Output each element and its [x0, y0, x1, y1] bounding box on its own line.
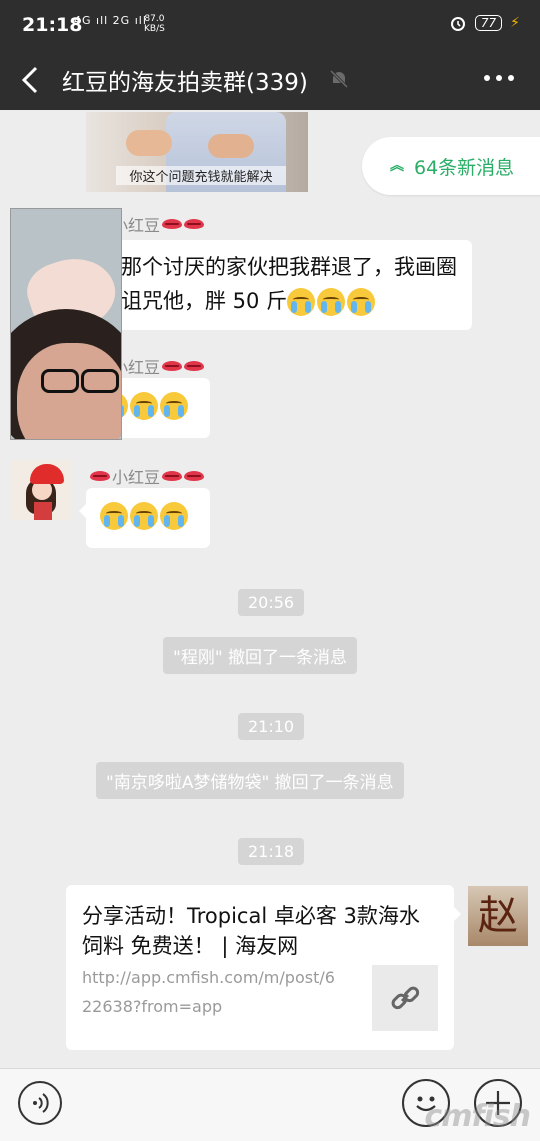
chat-area[interactable]: 你这个问题充钱就能解决 ︽ 64条新消息 小红豆 又那个讨厌的家伙把我群退了，我…: [0, 110, 540, 1068]
link-icon: [372, 965, 438, 1031]
crying-emoji-icon: [130, 502, 158, 530]
link-title: 分享活动！Tropical 卓必客 3款海水饲料 免费送！ | 海友网: [82, 904, 420, 958]
timestamp: 20:56: [238, 589, 305, 616]
new-messages-label: 64条新消息: [414, 156, 515, 179]
video-caption: 你这个问题充钱就能解决: [116, 166, 286, 185]
recall-notice: "南京哆啦A梦储物袋" 撤回了一条消息: [96, 762, 404, 799]
charging-icon: ⚡: [510, 15, 520, 31]
lips-icon: [162, 360, 183, 372]
link-url: http://app.cmfish.com/m/post/622638?from…: [82, 968, 335, 1016]
chat-title: 红豆的海友拍卖群(339): [62, 70, 308, 96]
crying-emoji-icon: [130, 392, 158, 420]
timestamp: 21:10: [238, 713, 305, 740]
alarm-icon: [450, 17, 465, 31]
network-speed: 87.0 KB/S: [144, 14, 165, 34]
timestamp: 21:18: [238, 838, 305, 865]
chat-header: 红豆的海友拍卖群(339): [0, 52, 540, 110]
lips-icon: [90, 470, 110, 482]
crying-emoji-icon: [287, 288, 316, 316]
lips-icon: [162, 470, 183, 482]
more-dots-icon[interactable]: [484, 75, 514, 83]
sender-name: 小红豆: [90, 464, 205, 488]
lips-icon: [162, 218, 183, 230]
video-message-thumbnail[interactable]: 你这个问题充钱就能解决: [86, 112, 308, 192]
status-bar: 21:18 4G ıll 2G ıll 87.0 KB/S 77 ⚡: [0, 0, 540, 52]
crying-emoji-icon: [160, 392, 188, 420]
back-arrow-icon[interactable]: [14, 62, 50, 98]
lips-icon: [184, 360, 205, 372]
voice-icon[interactable]: [18, 1081, 62, 1125]
speed-unit: KB/S: [144, 24, 165, 34]
sender-label: 小红豆: [112, 468, 161, 487]
status-right-icons: 77 ⚡: [449, 14, 520, 32]
lips-icon: [184, 218, 205, 230]
message-text: 又那个讨厌的家伙把我群退了，我画圈圈诅咒他，胖 50 斤: [100, 255, 457, 313]
chevron-up-icon: ︽: [390, 158, 404, 174]
avatar-text: 赵: [478, 893, 518, 939]
crying-emoji-icon: [100, 502, 128, 530]
input-bar: cmfish: [0, 1068, 540, 1141]
message-bubble[interactable]: [79, 488, 210, 548]
lips-icon: [184, 470, 205, 482]
avatar[interactable]: [12, 460, 72, 520]
battery-level: 77: [474, 15, 503, 31]
message-bubble[interactable]: 又那个讨厌的家伙把我群退了，我画圈圈诅咒他，胖 50 斤: [79, 240, 472, 330]
avatar[interactable]: 赵: [468, 886, 528, 946]
message-input[interactable]: [80, 1079, 380, 1129]
video-call-overlay[interactable]: [10, 208, 122, 440]
crying-emoji-icon: [347, 288, 376, 316]
crying-emoji-icon: [317, 288, 346, 316]
watermark: cmfish: [424, 1099, 531, 1134]
new-messages-button[interactable]: ︽ 64条新消息: [362, 137, 540, 195]
recall-notice: "程刚" 撤回了一条消息: [163, 637, 358, 674]
speed-value: 87.0: [144, 14, 165, 24]
crying-emoji-icon: [160, 502, 188, 530]
network-indicator: 4G ıll 2G ıll: [74, 14, 147, 27]
link-card[interactable]: 分享活动！Tropical 卓必客 3款海水饲料 免费送！ | 海友网 http…: [66, 885, 461, 1050]
mute-bell-icon: [329, 69, 349, 89]
